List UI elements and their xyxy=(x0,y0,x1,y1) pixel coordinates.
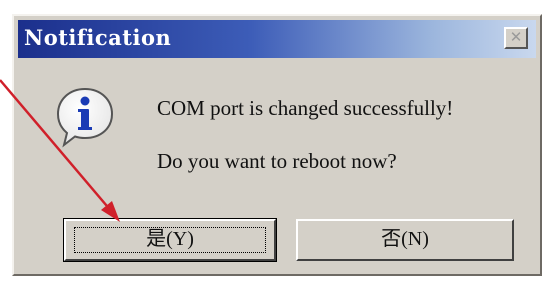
message-line-2: Do you want to reboot now? xyxy=(157,149,397,173)
dialog-title: Notification xyxy=(24,25,172,50)
yes-button[interactable]: 是(Y) xyxy=(63,218,277,262)
notification-dialog: Notification ✕ COM port is changed succe… xyxy=(12,14,542,276)
focus-rectangle xyxy=(74,227,266,253)
close-button[interactable]: ✕ xyxy=(504,27,528,49)
message-line-1: COM port is changed successfully! xyxy=(157,96,454,120)
no-button-label: 否(N) xyxy=(381,228,429,250)
title-bar[interactable]: Notification ✕ xyxy=(18,20,536,58)
info-icon xyxy=(56,87,114,148)
no-button[interactable]: 否(N) xyxy=(296,219,514,261)
close-icon: ✕ xyxy=(509,28,523,46)
